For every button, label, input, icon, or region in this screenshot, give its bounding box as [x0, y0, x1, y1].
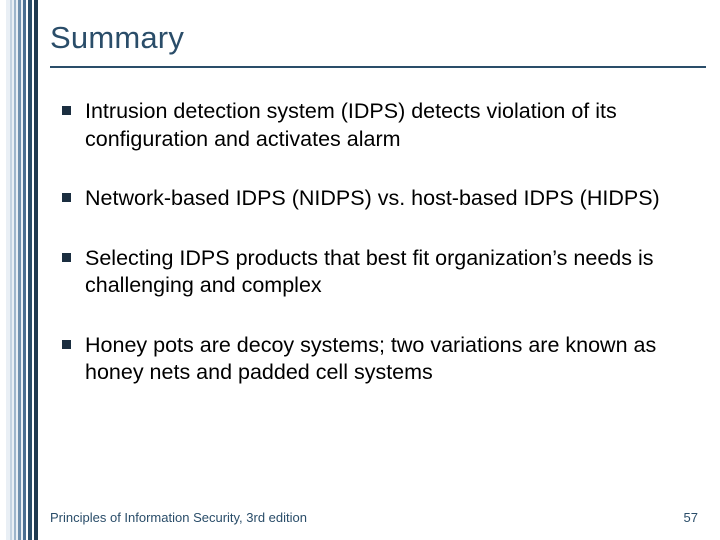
footer-text: Principles of Information Security, 3rd … [50, 510, 307, 525]
bullet-square-icon [62, 106, 71, 115]
bullet-text: Intrusion detection system (IDPS) detect… [85, 98, 690, 153]
bullet-item: Selecting IDPS products that best fit or… [62, 245, 690, 300]
rail-bar [34, 0, 38, 540]
page-number: 57 [684, 510, 698, 525]
bullet-item: Honey pots are decoy systems; two variat… [62, 332, 690, 387]
rail-bar [28, 0, 32, 540]
title-underline [50, 66, 706, 68]
content-area: Intrusion detection system (IDPS) detect… [62, 98, 690, 419]
bullet-square-icon [62, 193, 71, 202]
slide-title: Summary [50, 20, 700, 66]
bullet-text: Honey pots are decoy systems; two variat… [85, 332, 690, 387]
slide: Summary Intrusion detection system (IDPS… [0, 0, 720, 540]
bullet-item: Network-based IDPS (NIDPS) vs. host-base… [62, 185, 690, 213]
bullet-item: Intrusion detection system (IDPS) detect… [62, 98, 690, 153]
rail-bar [23, 0, 26, 540]
rail-bar [10, 0, 12, 540]
rail-bar [14, 0, 16, 540]
title-area: Summary [50, 20, 700, 66]
bullet-text: Network-based IDPS (NIDPS) vs. host-base… [85, 185, 660, 213]
bullet-square-icon [62, 253, 71, 262]
left-decorative-rail [0, 0, 38, 540]
bullet-square-icon [62, 340, 71, 349]
rail-bar [18, 0, 21, 540]
bullet-text: Selecting IDPS products that best fit or… [85, 245, 690, 300]
